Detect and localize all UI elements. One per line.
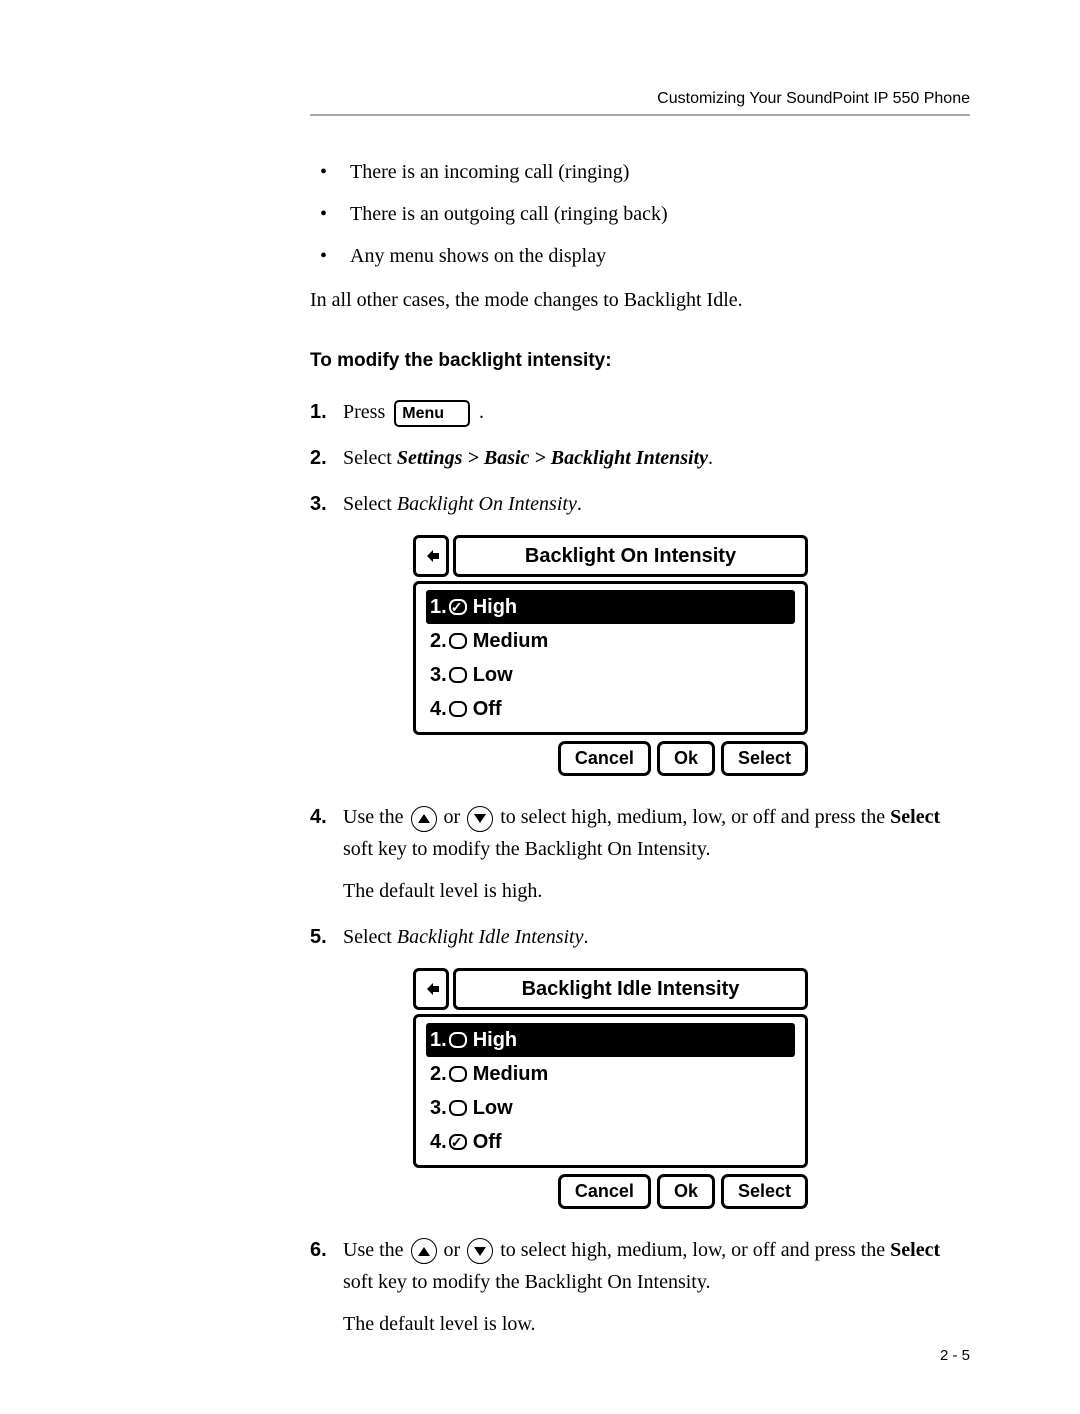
- step-text: .: [708, 447, 713, 469]
- down-arrow-icon: [467, 1238, 493, 1264]
- select-softkey-ref: Select: [890, 1239, 940, 1261]
- step-text: Select: [343, 926, 397, 948]
- lcd-option-high: 1. High: [426, 1023, 795, 1057]
- list-item: There is an incoming call (ringing): [330, 156, 970, 188]
- radio-empty-icon: [449, 1100, 467, 1116]
- step-text: Use the: [343, 806, 409, 828]
- lcd-option-high: 1. High: [426, 590, 795, 624]
- header-rule: [310, 114, 970, 116]
- option-label: Off: [473, 693, 502, 725]
- default-note: The default level is low.: [343, 1308, 970, 1340]
- default-note: The default level is high.: [343, 875, 970, 907]
- option-label: Medium: [473, 625, 549, 657]
- option-number: 1.: [430, 591, 447, 623]
- option-label: High: [473, 591, 517, 623]
- lcd-body: 1. High 2. Medium 3. Low: [413, 581, 808, 735]
- softkey-cancel: Cancel: [558, 741, 651, 776]
- option-label: Low: [473, 659, 513, 691]
- step-text: or: [444, 806, 466, 828]
- lcd-option-off: 4. Off: [426, 1125, 795, 1159]
- step-text: .: [577, 493, 582, 515]
- option-number: 4.: [430, 1126, 447, 1158]
- option-number: 1.: [430, 1024, 447, 1056]
- step-text: soft key to modify the Backlight On Inte…: [343, 838, 711, 860]
- up-arrow-icon: [411, 806, 437, 832]
- option-number: 2.: [430, 1058, 447, 1090]
- lcd-option-medium: 2. Medium: [426, 624, 795, 658]
- step-6: Use the or to select high, medium, low, …: [310, 1234, 970, 1340]
- lcd-title: Backlight Idle Intensity: [453, 968, 808, 1010]
- lcd-softkeys: Cancel Ok Select: [413, 1174, 808, 1209]
- option-label: Low: [473, 1092, 513, 1124]
- lcd-title: Backlight On Intensity: [453, 535, 808, 577]
- menu-hardkey-icon: Menu: [394, 400, 470, 427]
- softkey-select: Select: [721, 741, 808, 776]
- radio-empty-icon: [449, 633, 467, 649]
- step-text: .: [479, 401, 484, 423]
- lcd-screenshot-backlight-idle: Backlight Idle Intensity 1. High 2. Medi…: [413, 968, 808, 1209]
- step-text: soft key to modify the Backlight On Inte…: [343, 1271, 711, 1293]
- softkey-ok: Ok: [657, 1174, 715, 1209]
- menu-path: Settings > Basic > Backlight Intensity: [397, 447, 708, 469]
- option-label: Off: [473, 1126, 502, 1158]
- softkey-select: Select: [721, 1174, 808, 1209]
- option-number: 4.: [430, 693, 447, 725]
- radio-empty-icon: [449, 1066, 467, 1082]
- lcd-option-low: 3. Low: [426, 1091, 795, 1125]
- step-5: Select Backlight Idle Intensity. Backlig…: [310, 921, 970, 1209]
- step-text: .: [583, 926, 588, 948]
- intro-bullet-list: There is an incoming call (ringing) Ther…: [310, 156, 970, 272]
- page-number: 2 - 5: [940, 1347, 970, 1364]
- return-icon: [413, 535, 449, 577]
- up-arrow-icon: [411, 1238, 437, 1264]
- list-item: There is an outgoing call (ringing back): [330, 198, 970, 230]
- menu-item: Backlight On Intensity: [397, 493, 577, 515]
- lcd-option-low: 3. Low: [426, 658, 795, 692]
- lcd-titlebar: Backlight Idle Intensity: [413, 968, 808, 1010]
- option-number: 3.: [430, 1092, 447, 1124]
- step-text: Press: [343, 401, 390, 423]
- option-label: High: [473, 1024, 517, 1056]
- radio-checked-icon: [449, 599, 467, 615]
- running-header: Customizing Your SoundPoint IP 550 Phone: [310, 90, 970, 108]
- radio-empty-icon: [449, 1032, 467, 1048]
- step-text: to select high, medium, low, or off and …: [500, 806, 890, 828]
- step-text: to select high, medium, low, or off and …: [500, 1239, 890, 1261]
- step-text: or: [444, 1239, 466, 1261]
- lcd-titlebar: Backlight On Intensity: [413, 535, 808, 577]
- softkey-ok: Ok: [657, 741, 715, 776]
- lcd-body: 1. High 2. Medium 3. Low: [413, 1014, 808, 1168]
- return-icon: [413, 968, 449, 1010]
- step-text: Select: [343, 493, 397, 515]
- select-softkey-ref: Select: [890, 806, 940, 828]
- step-text: Use the: [343, 1239, 409, 1261]
- list-item: Any menu shows on the display: [330, 240, 970, 272]
- step-2: Select Settings > Basic > Backlight Inte…: [310, 442, 970, 474]
- page: Customizing Your SoundPoint IP 550 Phone…: [0, 0, 1080, 1414]
- step-text: Select: [343, 447, 397, 469]
- option-label: Medium: [473, 1058, 549, 1090]
- intro-followup: In all other cases, the mode changes to …: [310, 284, 970, 316]
- down-arrow-icon: [467, 806, 493, 832]
- radio-empty-icon: [449, 701, 467, 717]
- lcd-softkeys: Cancel Ok Select: [413, 741, 808, 776]
- menu-item: Backlight Idle Intensity: [397, 926, 584, 948]
- lcd-option-medium: 2. Medium: [426, 1057, 795, 1091]
- lcd-screenshot-backlight-on: Backlight On Intensity 1. High 2. Medium: [413, 535, 808, 776]
- step-4: Use the or to select high, medium, low, …: [310, 801, 970, 907]
- softkey-cancel: Cancel: [558, 1174, 651, 1209]
- radio-empty-icon: [449, 667, 467, 683]
- option-number: 2.: [430, 625, 447, 657]
- lcd-option-off: 4. Off: [426, 692, 795, 726]
- step-1: Press Menu .: [310, 396, 970, 428]
- section-heading: To modify the backlight intensity:: [310, 346, 970, 376]
- radio-checked-icon: [449, 1134, 467, 1150]
- option-number: 3.: [430, 659, 447, 691]
- body-text: There is an incoming call (ringing) Ther…: [310, 156, 970, 1340]
- step-3: Select Backlight On Intensity. Backlight…: [310, 488, 970, 776]
- steps-list: Press Menu . Select Settings > Basic > B…: [310, 396, 970, 1340]
